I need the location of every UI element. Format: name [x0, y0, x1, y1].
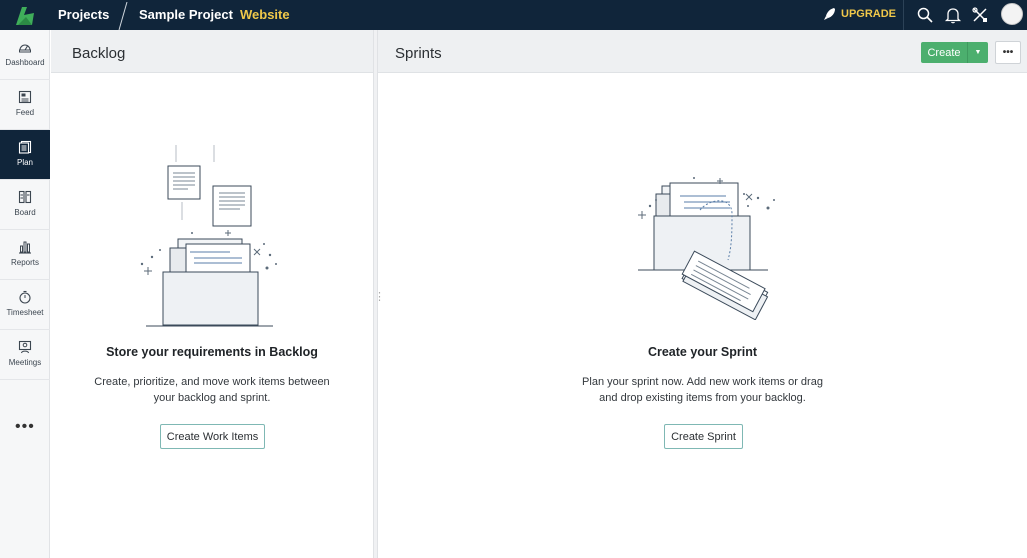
- backlog-desc-line-1: Create, prioritize, and move work items …: [94, 376, 330, 388]
- chevron-down-icon[interactable]: ▼: [967, 42, 988, 63]
- dashboard-icon: [19, 44, 31, 53]
- backlog-illustration: [140, 145, 277, 327]
- resize-grip-icon[interactable]: ⋮: [374, 290, 385, 303]
- meetings-icon: [18, 340, 32, 354]
- backlog-title: Backlog: [72, 45, 126, 62]
- create-sprint-dropdown[interactable]: Create ▼: [921, 42, 988, 63]
- app-logo-icon[interactable]: [12, 3, 38, 27]
- upgrade-label: UPGRADE: [841, 8, 897, 20]
- sidebar-item-plan[interactable]: Plan: [0, 130, 50, 180]
- sprint-desc-line-2: and drop existing items from your backlo…: [599, 392, 806, 404]
- sidebar-item-label: Plan: [16, 158, 33, 167]
- breadcrumb-separator: [118, 2, 128, 30]
- project-name-link[interactable]: Sample Project: [139, 7, 233, 22]
- topbar-divider: [903, 0, 904, 30]
- backlog-empty-desc: Create, prioritize, and move work items …: [51, 374, 373, 406]
- sidebar-item-meetings[interactable]: Meetings: [0, 330, 50, 380]
- more-options-button[interactable]: •••: [995, 41, 1021, 64]
- user-avatar[interactable]: [1001, 3, 1023, 25]
- sidebar-item-label: Reports: [10, 258, 39, 267]
- sidebar-item-dashboard[interactable]: Dashboard: [0, 30, 50, 80]
- timesheet-icon: [19, 290, 31, 304]
- sidebar-item-label: Timesheet: [6, 308, 44, 317]
- create-work-items-button[interactable]: Create Work Items: [160, 424, 265, 449]
- sidebar-item-reports[interactable]: Reports: [0, 230, 50, 280]
- sidebar-more-button[interactable]: •••: [15, 418, 35, 436]
- sidebar-item-timesheet[interactable]: Timesheet: [0, 280, 50, 330]
- rocket-icon: [824, 8, 835, 20]
- tools-icon[interactable]: [971, 6, 989, 24]
- sidebar-item-label: Board: [14, 208, 36, 217]
- search-icon[interactable]: [916, 6, 934, 24]
- backlog-header: Backlog: [51, 30, 373, 73]
- sprint-empty-title: Create your Sprint: [647, 345, 758, 359]
- backlog-desc-line-2: your backlog and sprint.: [153, 392, 271, 404]
- reports-icon: [19, 241, 31, 254]
- sidebar-item-label: Feed: [15, 108, 35, 117]
- plan-icon: [18, 140, 32, 154]
- projects-link[interactable]: Projects: [58, 7, 109, 22]
- sidebar-item-label: Dashboard: [5, 58, 45, 67]
- top-bar: Projects Sample Project Website UPGRADE: [0, 0, 1027, 30]
- current-view-link[interactable]: Website: [240, 7, 290, 22]
- bell-icon[interactable]: [944, 6, 962, 24]
- side-nav: Dashboard Feed Plan Board Reports Timesh…: [0, 30, 50, 558]
- create-sprint-button[interactable]: Create Sprint: [664, 424, 743, 449]
- sprints-title: Sprints: [395, 45, 442, 62]
- sprint-desc-line-1: Plan your sprint now. Add new work items…: [582, 376, 823, 388]
- sidebar-item-label: Meetings: [8, 358, 42, 367]
- sidebar-item-board[interactable]: Board: [0, 180, 50, 230]
- sprint-empty-desc: Plan your sprint now. Add new work items…: [378, 374, 1027, 406]
- backlog-empty-title: Store your requirements in Backlog: [106, 345, 318, 359]
- upgrade-button[interactable]: UPGRADE: [824, 5, 896, 23]
- sprint-illustration: [638, 177, 775, 320]
- sidebar-item-feed[interactable]: Feed: [0, 80, 50, 130]
- create-button[interactable]: Create: [921, 42, 967, 63]
- board-icon: [18, 190, 32, 204]
- feed-icon: [18, 90, 32, 104]
